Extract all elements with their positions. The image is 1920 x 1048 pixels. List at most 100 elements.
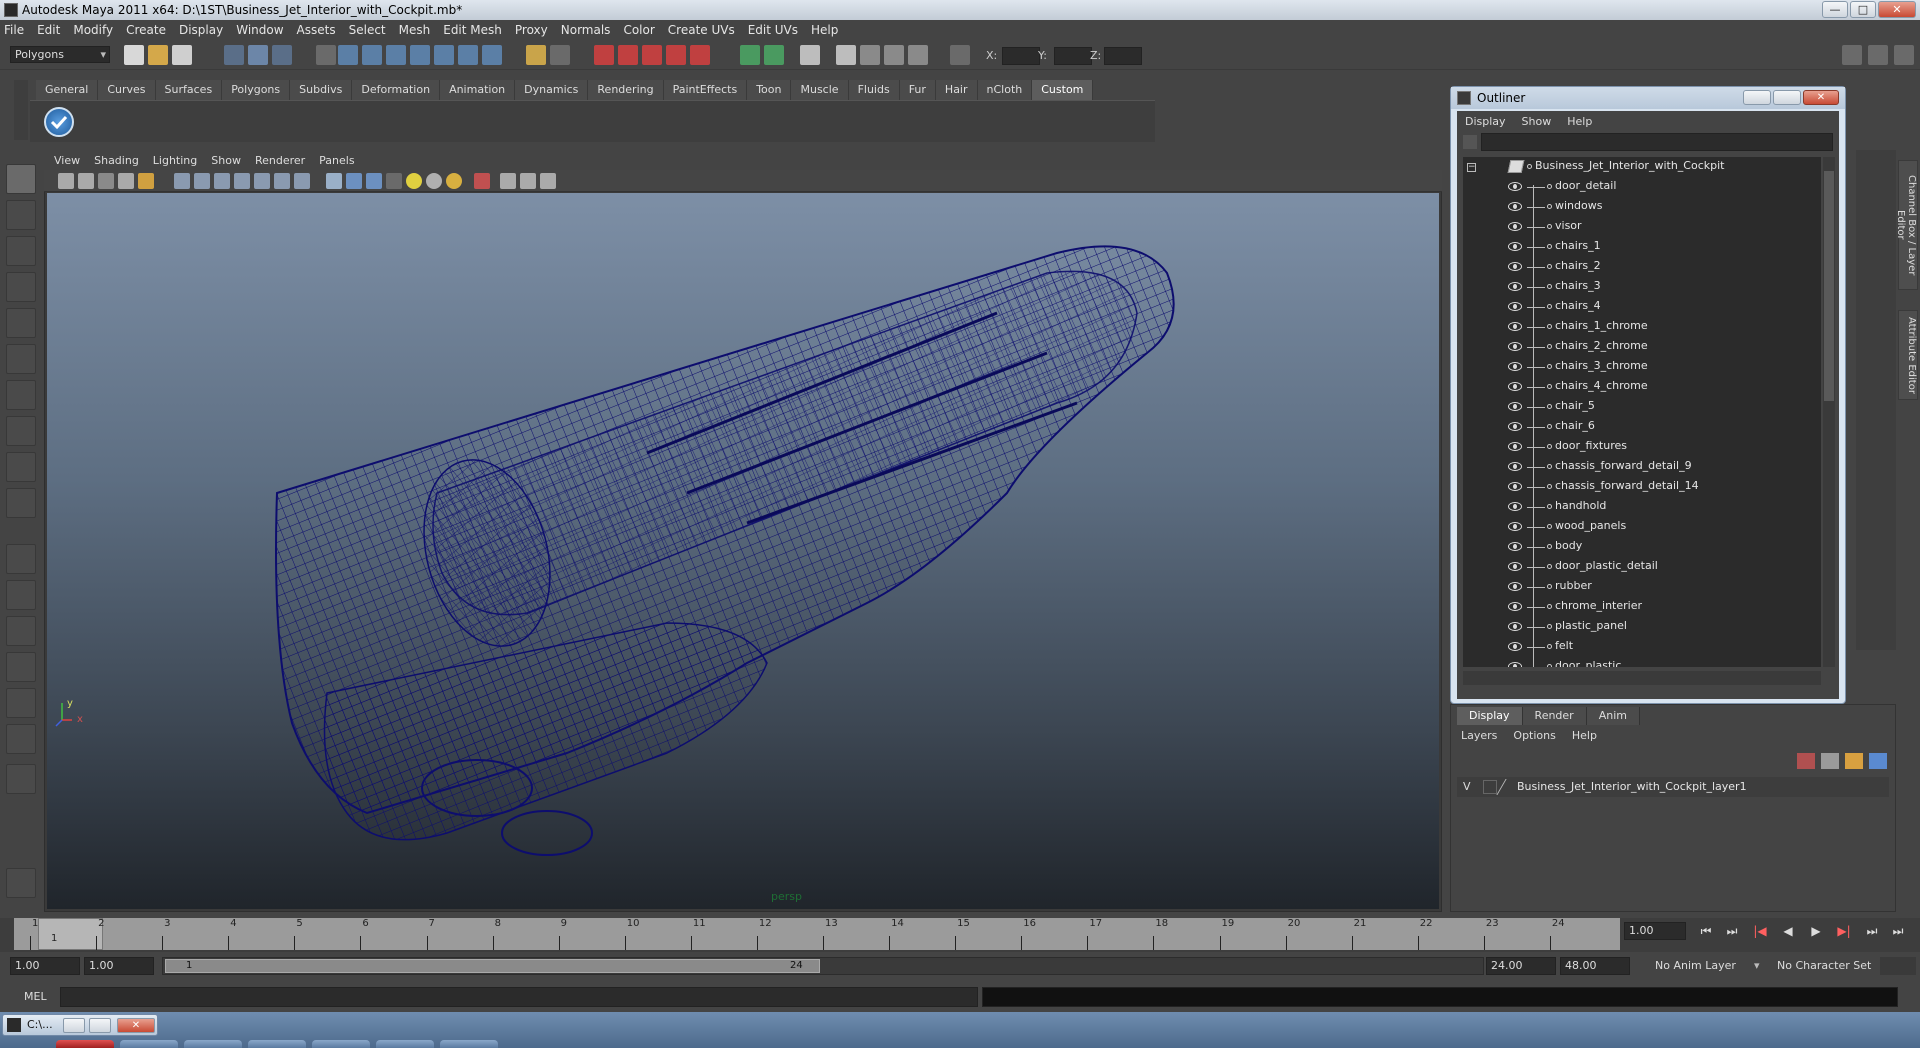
layer-row[interactable]: V Business_Jet_Interior_with_Cockpit_lay… bbox=[1457, 777, 1889, 797]
xray-icon[interactable] bbox=[500, 173, 516, 189]
outliner-item[interactable]: chairs_1_chrome bbox=[1463, 317, 1821, 337]
menu-file[interactable]: File bbox=[4, 23, 24, 37]
show-hide-channel-icon[interactable] bbox=[740, 45, 760, 65]
open-scene-icon[interactable] bbox=[148, 45, 168, 65]
paint-select-tool-icon[interactable] bbox=[6, 236, 36, 266]
filter-icon[interactable] bbox=[1463, 135, 1477, 149]
taskbar-app-2[interactable] bbox=[120, 1040, 178, 1048]
grid-icon[interactable] bbox=[174, 173, 190, 189]
taskbar-app-1[interactable] bbox=[56, 1040, 114, 1048]
hypershade-layout-icon[interactable] bbox=[6, 688, 36, 718]
outliner-close-button[interactable]: ✕ bbox=[1803, 90, 1839, 105]
shelf-tab-ncloth[interactable]: nCloth bbox=[977, 80, 1033, 100]
outliner-item[interactable]: chair_5 bbox=[1463, 397, 1821, 417]
snap-view-plane-icon[interactable] bbox=[410, 45, 430, 65]
animation-end-field[interactable]: 48.00 bbox=[1560, 957, 1630, 975]
attribute-editor-toggle-icon[interactable] bbox=[1894, 45, 1914, 65]
camera-icon[interactable] bbox=[884, 45, 904, 65]
step-forward-key-icon[interactable]: ⏭ bbox=[1864, 924, 1880, 938]
viewport-menu-show[interactable]: Show bbox=[211, 154, 241, 167]
shelf-tab-curves[interactable]: Curves bbox=[98, 80, 156, 100]
mask-menu-icon[interactable] bbox=[316, 45, 336, 65]
layer-menu-options[interactable]: Options bbox=[1513, 729, 1555, 742]
minimized-window[interactable]: C:\... ✕ bbox=[2, 1014, 158, 1036]
construction-icon[interactable] bbox=[550, 45, 570, 65]
outliner-tree[interactable]: − Business_Jet_Interior_with_Cockpit doo… bbox=[1463, 157, 1821, 667]
select-component-icon[interactable] bbox=[272, 45, 292, 65]
time-slider[interactable]: 1 1 2 3 4 5 6 7 8 9 10 11 12 13 14 15 16 17 18 19 20 21 22 23 2… bbox=[0, 918, 1920, 952]
animation-start-field[interactable]: 1.00 bbox=[10, 957, 80, 975]
outliner-item[interactable]: door_fixtures bbox=[1463, 437, 1821, 457]
sculpt-icon[interactable] bbox=[860, 45, 880, 65]
move-layer-down-icon[interactable] bbox=[1869, 753, 1887, 769]
outliner-vertical-scrollbar[interactable] bbox=[1823, 157, 1835, 667]
minimize-button[interactable]: — bbox=[1822, 1, 1848, 18]
go-to-start-icon[interactable]: ⏮ bbox=[1698, 924, 1714, 938]
shelf-tab-deformation[interactable]: Deformation bbox=[352, 80, 441, 100]
shelf-tab-animation[interactable]: Animation bbox=[440, 80, 516, 100]
four-view-layout-icon[interactable] bbox=[6, 580, 36, 610]
z-field[interactable] bbox=[1104, 47, 1142, 65]
select-tool-icon[interactable] bbox=[6, 164, 36, 194]
persp-outliner-layout-icon[interactable] bbox=[6, 616, 36, 646]
viewport-menu-lighting[interactable]: Lighting bbox=[153, 154, 197, 167]
viewport-menu-panels[interactable]: Panels bbox=[319, 154, 354, 167]
menu-help[interactable]: Help bbox=[811, 23, 838, 37]
outliner-item[interactable]: plastic_panel bbox=[1463, 617, 1821, 637]
time-slider-track[interactable]: 1 1 2 3 4 5 6 7 8 9 10 11 12 13 14 15 16 17 18 19 20 21 22 23 2… bbox=[14, 918, 1620, 950]
channel-box-toggle-icon[interactable] bbox=[1868, 45, 1888, 65]
range-slider-handle[interactable]: 1 24 bbox=[165, 959, 820, 973]
outliner-item[interactable]: chairs_3_chrome bbox=[1463, 357, 1821, 377]
mel-label[interactable]: MEL bbox=[24, 990, 47, 1003]
outliner-scroll-thumb[interactable] bbox=[1824, 171, 1834, 401]
outliner-horizontal-scrollbar[interactable] bbox=[1463, 671, 1821, 685]
menu-create[interactable]: Create bbox=[126, 23, 166, 37]
tool-settings-icon[interactable] bbox=[764, 45, 784, 65]
select-camera-icon[interactable] bbox=[58, 173, 74, 189]
shelf-tab-custom[interactable]: Custom bbox=[1032, 80, 1094, 100]
hypershade-icon[interactable] bbox=[690, 45, 710, 65]
menu-assets[interactable]: Assets bbox=[297, 23, 336, 37]
outliner-item[interactable]: windows bbox=[1463, 197, 1821, 217]
viewport-menu-shading[interactable]: Shading bbox=[94, 154, 139, 167]
anim-layer-dropdown[interactable]: No Anim Layer bbox=[1650, 957, 1750, 975]
outliner-item[interactable]: door_plastic_detail bbox=[1463, 557, 1821, 577]
current-frame-marker[interactable]: 1 bbox=[38, 918, 103, 950]
scale-tool-icon[interactable] bbox=[6, 344, 36, 374]
all-lights-icon[interactable] bbox=[426, 173, 442, 189]
render-frame-icon[interactable] bbox=[618, 45, 638, 65]
safe-action-icon[interactable] bbox=[274, 173, 290, 189]
rotate-tool-icon[interactable] bbox=[6, 308, 36, 338]
shelf-menu-handle[interactable] bbox=[14, 80, 28, 140]
layout-menu-icon[interactable] bbox=[6, 764, 36, 794]
smooth-shade-icon[interactable] bbox=[346, 173, 362, 189]
menu-create-uvs[interactable]: Create UVs bbox=[668, 23, 735, 37]
single-perspective-layout-icon[interactable] bbox=[6, 544, 36, 574]
gate-mask-icon[interactable] bbox=[234, 173, 250, 189]
outliner-item[interactable]: handhold bbox=[1463, 497, 1821, 517]
shelf-tab-fluids[interactable]: Fluids bbox=[848, 80, 900, 100]
outliner-item[interactable]: chairs_2_chrome bbox=[1463, 337, 1821, 357]
sidebar-toggle-icon[interactable] bbox=[1842, 45, 1862, 65]
menu-color[interactable]: Color bbox=[623, 23, 654, 37]
textured-icon[interactable] bbox=[386, 173, 402, 189]
camera-attributes-icon[interactable] bbox=[78, 173, 94, 189]
checkmark-icon[interactable] bbox=[44, 107, 74, 137]
outliner-item[interactable]: rubber bbox=[1463, 577, 1821, 597]
image-plane-icon[interactable] bbox=[118, 173, 134, 189]
two-d-pan-icon[interactable] bbox=[138, 173, 154, 189]
layer-menu-help[interactable]: Help bbox=[1572, 729, 1597, 742]
layer-tab-render[interactable]: Render bbox=[1522, 707, 1587, 725]
shelf-tab-fur[interactable]: Fur bbox=[899, 80, 936, 100]
snap-point-icon[interactable] bbox=[386, 45, 406, 65]
play-backwards-icon[interactable]: ◀ bbox=[1780, 924, 1796, 938]
outliner-item[interactable]: visor bbox=[1463, 217, 1821, 237]
outliner-item[interactable]: chairs_3 bbox=[1463, 277, 1821, 297]
outliner-maximize-button[interactable] bbox=[1773, 90, 1801, 105]
make-live-icon[interactable] bbox=[434, 45, 454, 65]
y-field[interactable] bbox=[1054, 47, 1092, 65]
field-chart-icon[interactable] bbox=[254, 173, 270, 189]
lasso-tool-icon[interactable] bbox=[6, 200, 36, 230]
input-ops-icon[interactable] bbox=[594, 45, 614, 65]
outliner-item[interactable]: chairs_1 bbox=[1463, 237, 1821, 257]
